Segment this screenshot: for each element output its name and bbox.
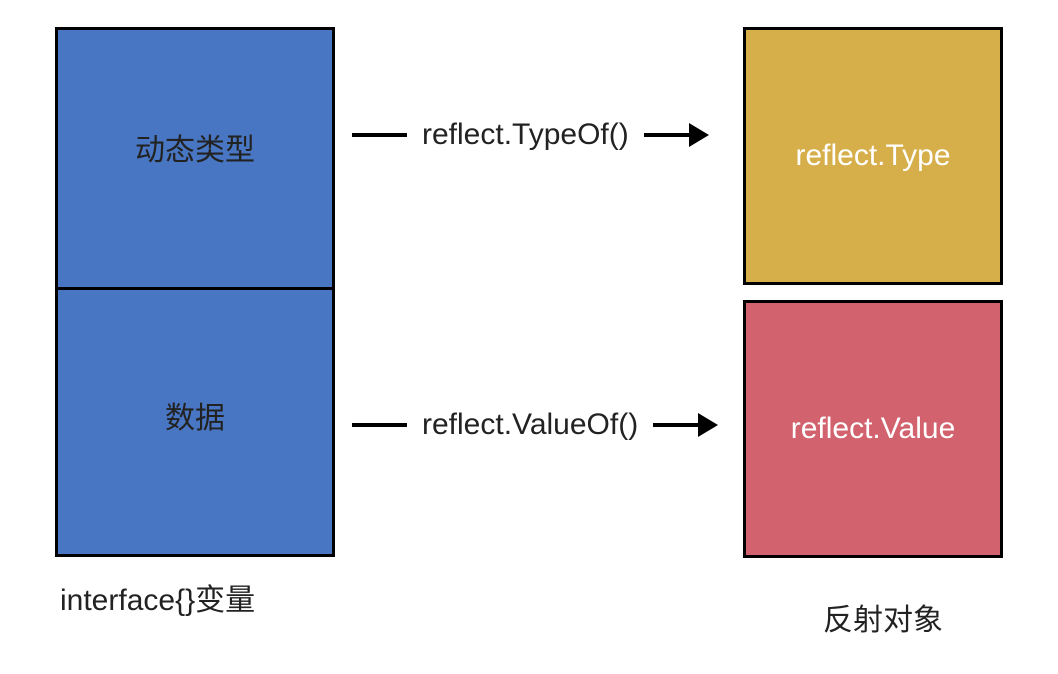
valueof-label: reflect.ValueOf() — [417, 408, 643, 442]
arrow-line-segment — [352, 423, 407, 427]
data-cell: 数据 — [58, 290, 332, 555]
arrow-right-icon — [653, 413, 718, 437]
interface-box: 动态类型 数据 — [55, 27, 335, 557]
valueof-arrow: reflect.ValueOf() — [352, 408, 718, 442]
arrow-right-icon — [644, 123, 709, 147]
reflect-value-box: reflect.Value — [743, 300, 1003, 558]
reflect-type-box: reflect.Type — [743, 27, 1003, 285]
reflection-object-label: 反射对象 — [823, 595, 943, 639]
reflect-value-label: reflect.Value — [791, 412, 956, 446]
reflect-type-label: reflect.Type — [795, 139, 950, 173]
typeof-label: reflect.TypeOf() — [417, 118, 634, 152]
arrow-line-segment — [352, 133, 407, 137]
interface-variable-label: interface{}变量 — [60, 575, 255, 619]
dynamic-type-label: 动态类型 — [135, 125, 255, 169]
data-label: 数据 — [165, 393, 225, 437]
reflection-diagram: 动态类型 数据 reflect.Type reflect.Value refle… — [0, 0, 1058, 674]
dynamic-type-cell: 动态类型 — [58, 30, 332, 290]
typeof-arrow: reflect.TypeOf() — [352, 118, 709, 152]
